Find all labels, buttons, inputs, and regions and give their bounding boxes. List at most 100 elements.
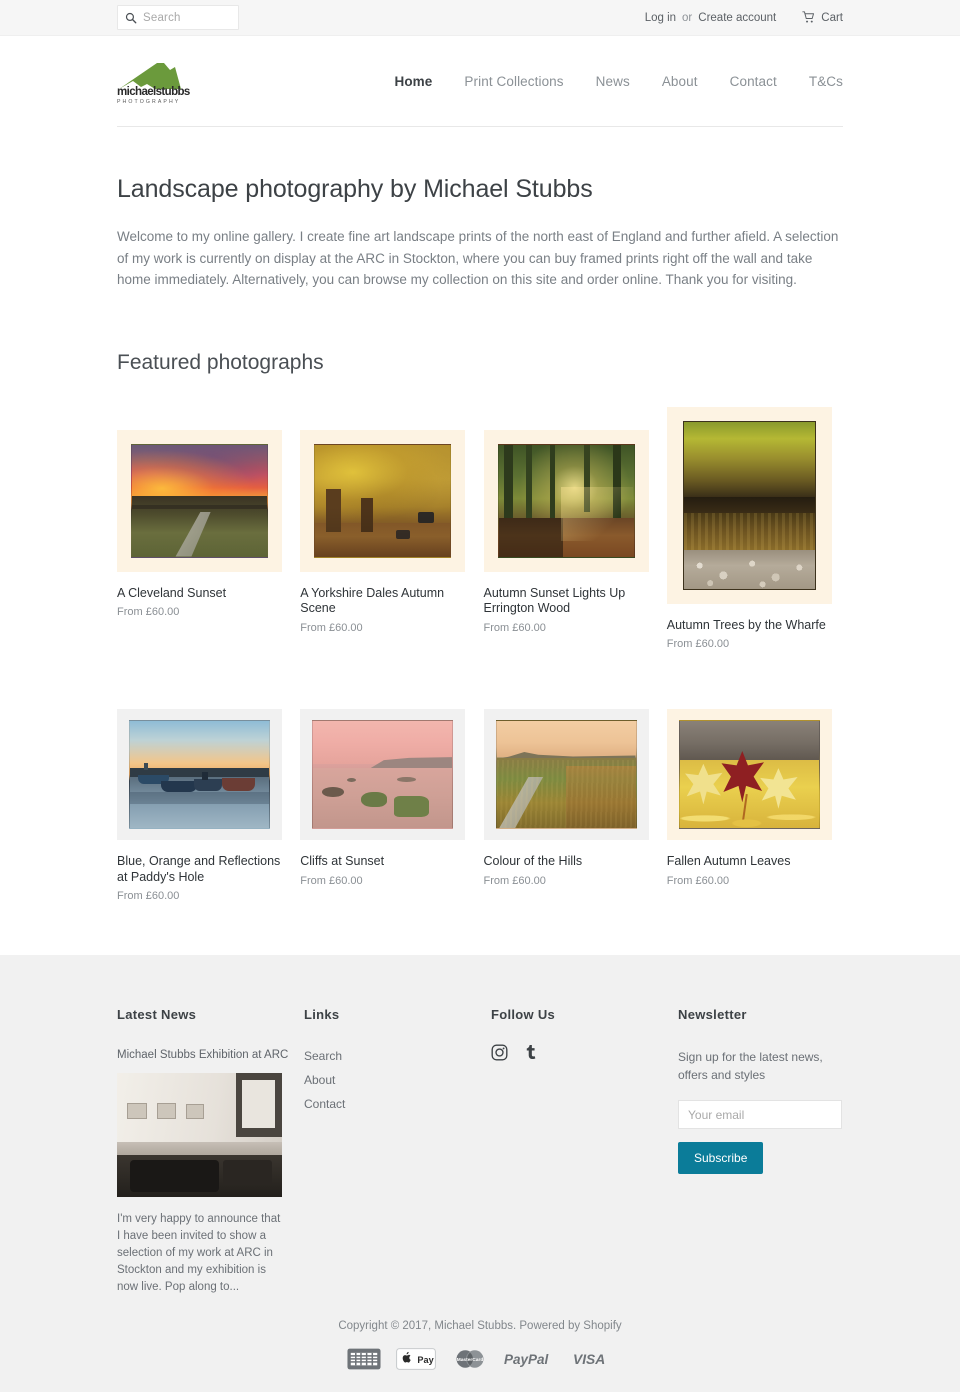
photo-a-cleveland-sunset [131,443,268,558]
product-price: From £60.00 [117,606,180,618]
footer-news-thumbnail[interactable] [117,1073,282,1197]
product-card[interactable]: A Cleveland Sunset From £60.00 [117,399,293,651]
product-thumbnail-wrap [117,399,282,572]
nav-item-about[interactable]: About [646,74,714,89]
product-title[interactable]: Blue, Orange and Reflections at Paddy's … [117,854,285,885]
copyright-text: Copyright © 2017, Michael Stubbs. Powere… [338,1320,622,1332]
product-title[interactable]: Colour of the Hills [484,854,652,870]
product-title[interactable]: A Cleveland Sunset [117,586,285,602]
login-link[interactable]: Log in [645,12,676,24]
photo-a-yorkshire-dales-autumn-scene [314,443,452,558]
product-image[interactable] [300,429,466,572]
main-content: Landscape photography by Michael Stubbs … [0,175,960,902]
product-title[interactable]: Autumn Trees by the Wharfe [667,618,835,634]
product-card[interactable]: Colour of the Hills From £60.00 [483,702,660,902]
photo-paddys-hole [129,720,270,829]
product-image[interactable] [117,429,282,572]
footer-news-excerpt: I'm very happy to announce that I have b… [117,1213,281,1293]
footer-heading-newsletter: Newsletter [678,1007,747,1022]
newsletter-description: Sign up for the latest news, offers and … [678,1050,823,1082]
featured-section-title: Featured photographs [117,350,324,374]
product-price: From £60.00 [300,621,363,634]
product-thumbnail-wrap [300,702,466,840]
apple-pay-icon: Pay [396,1348,436,1370]
photo-autumn-trees-by-the-wharfe [682,420,816,590]
photo-cliffs-at-sunset [312,720,454,829]
product-thumbnail-wrap [483,702,649,840]
logo-subtext: PHOTOGRAPHY [117,99,181,105]
product-thumbnail-wrap [117,702,282,840]
product-price: From £60.00 [666,874,730,887]
tumblr-link[interactable] [522,1044,539,1061]
paypal-icon: PayPal [504,1352,549,1367]
page-title: Landscape photography by Michael Stubbs [117,175,593,203]
footer-columns: Latest News Michael Stubbs Exhibition at… [117,1007,843,1296]
nav-item-home[interactable]: Home [378,74,448,89]
nav-item-news[interactable]: News [580,74,646,89]
footer-heading-links: Links [304,1007,340,1022]
product-price: From £60.00 [300,874,363,887]
svg-text:MasterCard: MasterCard [457,1357,484,1363]
product-image[interactable] [666,709,832,840]
payment-methods: Pay MasterCard PayPal VISA [0,1348,960,1370]
photo-colour-of-the-hills [495,720,637,829]
product-price: From £60.00 [483,874,546,887]
footer-news-title[interactable]: Michael Stubbs Exhibition at ARC [117,1048,304,1063]
footer-link-about[interactable]: About [304,1072,491,1088]
nav-item-tcs[interactable]: T&Cs [793,74,843,89]
product-title[interactable]: Fallen Autumn Leaves [667,854,835,870]
utility-bar: Search Log in or Create account Cart [0,0,960,36]
svg-text:VISA: VISA [573,1352,605,1367]
photo-fallen-autumn-leaves [678,720,820,829]
search-container: Search [117,5,239,30]
product-title[interactable]: A Yorkshire Dales Autumn Scene [300,586,468,617]
create-account-link[interactable]: Create account [698,12,776,24]
product-image[interactable] [483,709,649,840]
site-logo[interactable]: michaelstubbs PHOTOGRAPHY [117,57,195,105]
footer-heading-follow-us: Follow Us [491,1007,556,1022]
search-icon [125,12,137,23]
cart-label: Cart [821,11,843,24]
product-title[interactable]: Autumn Sunset Lights Up Errington Wood [484,586,652,617]
footer-heading-latest-news: Latest News [117,1007,197,1022]
main-navigation: Home Print Collections News About Contac… [378,74,843,89]
product-thumbnail-wrap [666,399,832,604]
photo-autumn-sunset-errington-wood [497,443,635,558]
visa-icon: VISA [573,1352,605,1367]
logo-wordmark: michaelstubbs [117,86,190,98]
product-image[interactable] [117,709,282,840]
product-card[interactable]: Fallen Autumn Leaves From £60.00 [666,702,843,902]
footer-link-contact[interactable]: Contact [304,1096,491,1112]
product-card[interactable]: Autumn Trees by the Wharfe From £60.00 [666,399,843,650]
cart-link[interactable]: Cart [802,11,843,24]
nav-item-print-collections[interactable]: Print Collections [448,74,579,89]
search-input[interactable]: Search [117,5,239,30]
newsletter-email-placeholder: Your email [688,1107,745,1122]
instagram-icon [491,1044,508,1061]
product-card[interactable]: Blue, Orange and Reflections at Paddy's … [117,702,293,902]
subscribe-button[interactable]: Subscribe [678,1142,764,1174]
product-thumbnail-wrap [300,399,466,572]
product-card[interactable]: Cliffs at Sunset From £60.00 [300,702,476,902]
product-card[interactable]: A Yorkshire Dales Autumn Scene From £60.… [300,399,476,651]
product-title[interactable]: Cliffs at Sunset [300,854,468,870]
tumblr-icon [526,1045,536,1060]
instagram-link[interactable] [491,1044,508,1061]
footer-column-newsletter: Newsletter Sign up for the latest news, … [678,1007,865,1296]
nav-item-contact[interactable]: Contact [714,74,793,89]
account-links: Log in or Create account Cart [645,11,843,24]
footer-column-follow-us: Follow Us [491,1007,678,1296]
footer-column-links: Links Search About Contact [304,1007,491,1296]
svg-text:PayPal: PayPal [504,1352,549,1367]
product-grid-row-1: A Cleveland Sunset From £60.00 A Yorkshi… [117,399,843,651]
product-price: From £60.00 [666,638,730,650]
footer-link-search[interactable]: Search [304,1048,491,1064]
product-grid-row-2: Blue, Orange and Reflections at Paddy's … [117,702,843,902]
product-card[interactable]: Autumn Sunset Lights Up Errington Wood F… [483,399,660,651]
product-image[interactable] [483,429,649,572]
intro-paragraph: Welcome to my online gallery. I create f… [117,229,839,287]
product-image[interactable] [666,406,832,604]
product-image[interactable] [300,709,466,840]
newsletter-email-input[interactable]: Your email [678,1100,842,1129]
product-price: From £60.00 [117,890,180,902]
